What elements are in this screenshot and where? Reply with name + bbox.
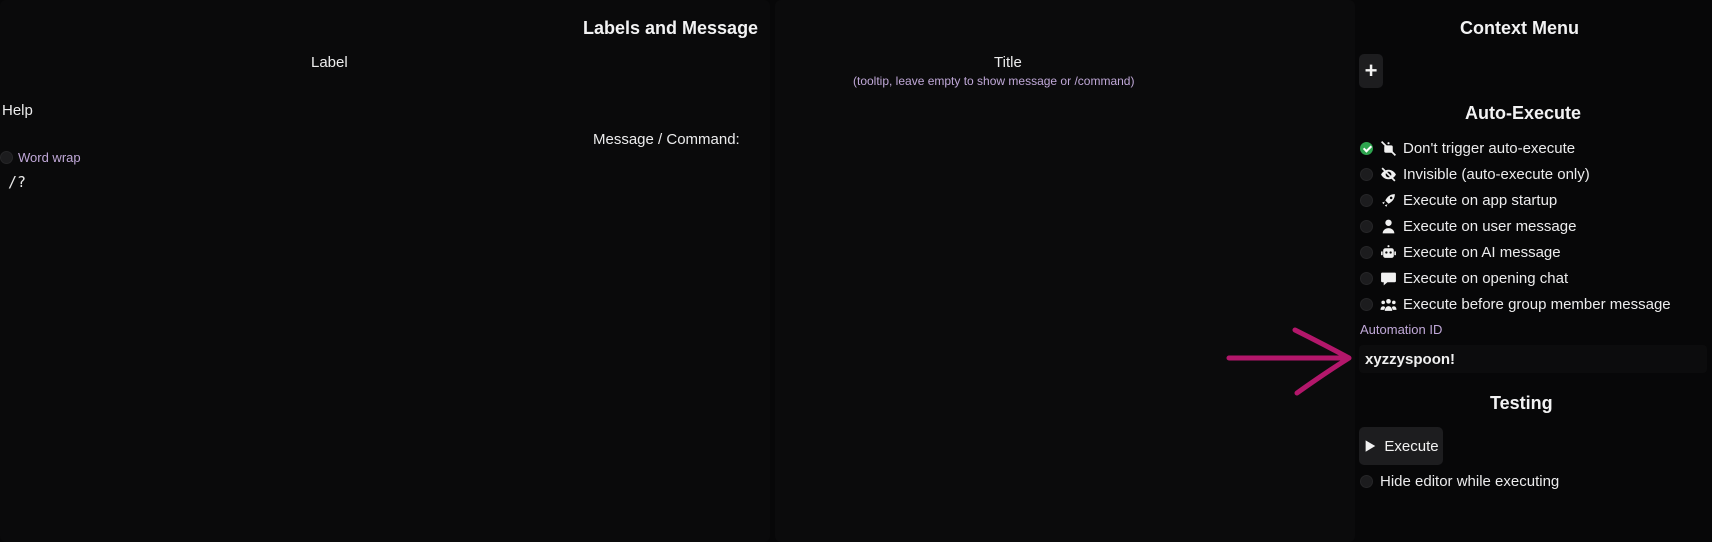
message-command-label: Message / Command:: [593, 131, 740, 148]
rocket-icon: [1382, 193, 1395, 207]
option-ai-message[interactable]: Execute on AI message: [1360, 241, 1561, 263]
user-message-label: Execute on user message: [1403, 217, 1577, 235]
help-label[interactable]: Help: [2, 102, 33, 119]
hide-editor-label: Hide editor while executing: [1380, 472, 1560, 490]
word-wrap-checkbox[interactable]: [0, 151, 13, 164]
hide-editor-toggle[interactable]: Hide editor while executing: [1360, 470, 1559, 492]
opening-chat-label: Execute on opening chat: [1403, 269, 1569, 287]
automation-id-input[interactable]: xyzzyspoon!: [1359, 345, 1707, 373]
title-hint: (tooltip, leave empty to show message or…: [853, 74, 1135, 88]
automation-id-label: Automation ID: [1360, 322, 1443, 337]
ai-message-label: Execute on AI message: [1403, 243, 1561, 261]
eye-slash-icon: [1381, 167, 1396, 181]
auto-execute-title: Auto-Execute: [1465, 103, 1582, 123]
label-column-header: Label: [311, 54, 348, 71]
plus-icon: +: [1364, 58, 1378, 83]
word-wrap-label: Word wrap: [18, 150, 81, 165]
before-group-member-label: Execute before group member message: [1403, 295, 1671, 313]
option-invisible[interactable]: Invisible (auto-execute only): [1360, 163, 1590, 185]
comment-icon: [1381, 272, 1396, 285]
dont-trigger-label: Don't trigger auto-execute: [1403, 139, 1576, 157]
option-dont-trigger[interactable]: Don't trigger auto-execute: [1360, 137, 1575, 159]
command-editor[interactable]: /?: [8, 173, 26, 191]
ai-message-checkbox[interactable]: [1360, 245, 1373, 259]
blurred-background-left: [0, 0, 770, 542]
option-user-message[interactable]: Execute on user message: [1360, 215, 1576, 237]
user-message-checkbox[interactable]: [1360, 219, 1373, 233]
execute-button[interactable]: Execute: [1359, 427, 1443, 465]
app-startup-label: Execute on app startup: [1403, 191, 1558, 209]
before-group-member-checkbox[interactable]: [1360, 297, 1373, 311]
invisible-checkbox[interactable]: [1360, 167, 1373, 181]
play-icon: [1366, 440, 1376, 452]
add-context-menu-button[interactable]: +: [1359, 54, 1383, 88]
option-before-group-member[interactable]: Execute before group member message: [1360, 293, 1671, 315]
dont-trigger-checkbox[interactable]: [1360, 141, 1373, 155]
context-menu-title: Context Menu: [1460, 18, 1579, 38]
hide-editor-checkbox[interactable]: [1360, 474, 1373, 488]
title-column-header: Title: [994, 54, 1022, 71]
app-startup-checkbox[interactable]: [1360, 193, 1373, 207]
word-wrap-toggle[interactable]: Word wrap: [0, 150, 81, 165]
option-app-startup[interactable]: Execute on app startup: [1360, 189, 1557, 211]
testing-title: Testing: [1490, 393, 1553, 413]
robot-slash-icon: [1380, 140, 1397, 156]
people-group-icon: [1380, 298, 1397, 311]
invisible-label: Invisible (auto-execute only): [1403, 165, 1590, 183]
option-opening-chat[interactable]: Execute on opening chat: [1360, 267, 1568, 289]
annotation-arrow: [1226, 327, 1352, 396]
robot-icon: [1381, 244, 1396, 258]
user-icon: [1382, 219, 1395, 233]
opening-chat-checkbox[interactable]: [1360, 271, 1373, 285]
automation-id-value: xyzzyspoon!: [1365, 350, 1456, 368]
execute-label: Execute: [1384, 437, 1439, 455]
labels-and-message-title: Labels and Message: [583, 18, 759, 38]
